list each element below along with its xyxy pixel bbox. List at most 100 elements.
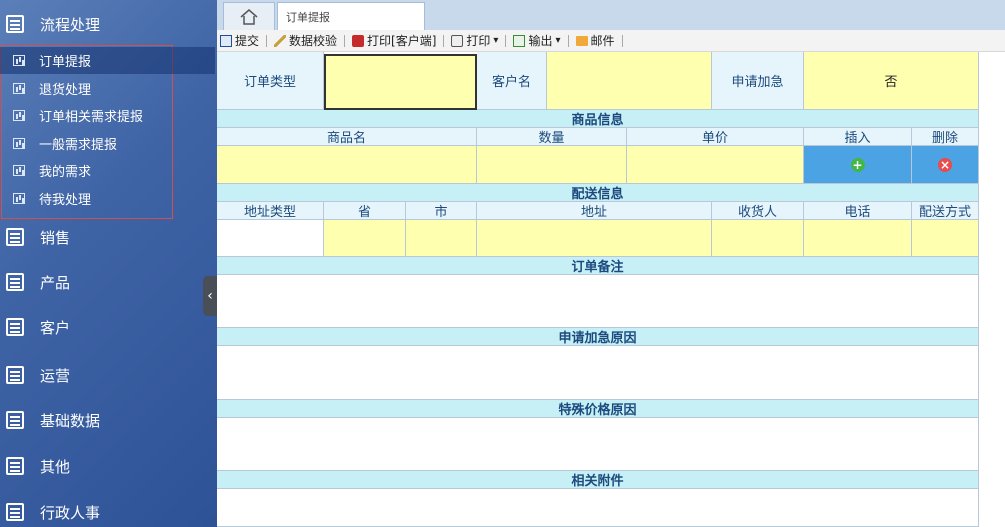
list-icon bbox=[6, 228, 24, 246]
print-client-button[interactable]: 打印[客户端] bbox=[349, 32, 439, 49]
export-label: 输出 bbox=[528, 34, 553, 48]
sidebar-category-label: 其他 bbox=[40, 457, 71, 476]
method-input[interactable] bbox=[912, 220, 979, 257]
addr-type-input[interactable] bbox=[217, 220, 324, 257]
order-type-label: 订单类型 bbox=[217, 52, 324, 110]
submit-button[interactable]: 提交 bbox=[217, 32, 262, 49]
delivery-section-header: 配送信息 bbox=[217, 184, 979, 202]
tab-order-report[interactable]: 订单提报 bbox=[277, 2, 425, 30]
list-icon bbox=[6, 318, 24, 336]
list-icon bbox=[6, 366, 24, 384]
urgent-reason-section-header: 申请加急原因 bbox=[217, 328, 979, 346]
validate-button[interactable]: 数据校验 bbox=[271, 32, 340, 49]
mail-button[interactable]: 邮件 bbox=[573, 32, 618, 49]
collapse-sidebar-button[interactable]: ‹ bbox=[203, 276, 217, 316]
urgent-select[interactable]: 否 bbox=[804, 52, 979, 110]
sidebar-category-label: 产品 bbox=[40, 273, 71, 292]
tab-home[interactable] bbox=[223, 2, 275, 30]
goods-section-header: 商品信息 bbox=[217, 110, 979, 128]
sidebar-category-label: 基础数据 bbox=[40, 411, 101, 430]
sidebar-item-order-demand[interactable]: 订单相关需求提报 bbox=[0, 102, 215, 129]
sidebar-category-label: 销售 bbox=[40, 228, 71, 247]
bar-chart-icon bbox=[13, 83, 25, 94]
print-client-label: 打印[客户端] bbox=[367, 34, 437, 48]
print-client-icon bbox=[352, 34, 365, 47]
goods-price-header: 单价 bbox=[627, 128, 804, 146]
order-form: 订单类型 客户名 申请加急 否 商品信息 商品名 数量 单价 插入 删除 + ×… bbox=[217, 52, 1005, 527]
bar-chart-icon bbox=[13, 165, 25, 176]
attachment-section-header: 相关附件 bbox=[217, 471, 979, 489]
plus-icon: + bbox=[850, 157, 865, 172]
print-label: 打印 bbox=[466, 34, 491, 48]
sidebar-category-admin-hr[interactable]: 行政人事 bbox=[0, 492, 217, 527]
sidebar-category-sales[interactable]: 销售 bbox=[0, 217, 217, 257]
province-header: 省 bbox=[324, 202, 406, 220]
sidebar-item-my-demand[interactable]: 我的需求 bbox=[0, 157, 215, 184]
sidebar-item-order-report[interactable]: 订单提报 bbox=[0, 47, 215, 74]
address-input[interactable] bbox=[477, 220, 712, 257]
urgent-label: 申请加急 bbox=[712, 52, 804, 110]
city-input[interactable] bbox=[406, 220, 477, 257]
save-icon bbox=[220, 34, 232, 47]
goods-name-input[interactable] bbox=[217, 146, 477, 184]
wand-icon bbox=[274, 34, 287, 47]
phone-input[interactable] bbox=[804, 220, 912, 257]
goods-qty-header: 数量 bbox=[477, 128, 627, 146]
submit-label: 提交 bbox=[235, 34, 260, 48]
bar-chart-icon bbox=[13, 138, 25, 149]
sidebar-category-product[interactable]: 产品 bbox=[0, 262, 217, 302]
customer-input[interactable] bbox=[547, 52, 712, 110]
sidebar-item-pending[interactable]: 待我处理 bbox=[0, 185, 215, 212]
list-icon bbox=[6, 411, 24, 429]
sidebar-category-customer[interactable]: 客户 bbox=[0, 307, 217, 347]
sidebar: 流程处理 订单提报 退货处理 订单相关需求提报 一般需求提报 我的需求 待我处理… bbox=[0, 0, 217, 527]
goods-delete-header: 删除 bbox=[912, 128, 979, 146]
list-icon bbox=[6, 15, 24, 33]
goods-price-input[interactable] bbox=[627, 146, 804, 184]
delete-row-button[interactable]: × bbox=[912, 146, 979, 184]
sidebar-category-operation[interactable]: 运营 bbox=[0, 355, 217, 395]
address-header: 地址 bbox=[477, 202, 712, 220]
sidebar-category-basic-data[interactable]: 基础数据 bbox=[0, 400, 217, 440]
tab-bar: 订单提报 bbox=[217, 0, 1005, 30]
export-button[interactable]: 输出 ▾ bbox=[510, 32, 563, 49]
mail-label: 邮件 bbox=[590, 34, 615, 48]
receiver-header: 收货人 bbox=[712, 202, 804, 220]
customer-label: 客户名 bbox=[477, 52, 547, 110]
sidebar-category-other[interactable]: 其他 bbox=[0, 446, 217, 486]
sidebar-category-process[interactable]: 流程处理 bbox=[0, 4, 217, 44]
sidebar-item-label: 一般需求提报 bbox=[39, 138, 118, 153]
attachment-area[interactable] bbox=[217, 489, 979, 527]
bar-chart-icon bbox=[13, 193, 25, 204]
sidebar-category-label: 流程处理 bbox=[40, 15, 101, 34]
order-type-input[interactable] bbox=[324, 54, 477, 110]
insert-row-button[interactable]: + bbox=[804, 146, 912, 184]
toolbar-divider bbox=[266, 34, 268, 47]
validate-label: 数据校验 bbox=[289, 34, 338, 48]
toolbar-divider bbox=[344, 34, 346, 47]
toolbar-divider bbox=[505, 34, 507, 47]
addr-type-header: 地址类型 bbox=[217, 202, 324, 220]
remark-textarea[interactable] bbox=[217, 275, 979, 328]
goods-qty-input[interactable] bbox=[477, 146, 627, 184]
home-icon bbox=[240, 8, 258, 25]
tab-label: 订单提报 bbox=[286, 11, 330, 24]
sidebar-category-label: 行政人事 bbox=[40, 503, 101, 522]
print-button[interactable]: 打印 ▾ bbox=[448, 32, 501, 49]
list-icon bbox=[6, 457, 24, 475]
chevron-down-icon: ▾ bbox=[493, 35, 499, 46]
sidebar-item-return[interactable]: 退货处理 bbox=[0, 75, 215, 102]
sidebar-item-label: 订单相关需求提报 bbox=[39, 110, 144, 125]
sidebar-item-label: 待我处理 bbox=[39, 193, 92, 208]
urgent-reason-textarea[interactable] bbox=[217, 346, 979, 400]
receiver-input[interactable] bbox=[712, 220, 804, 257]
list-icon bbox=[6, 273, 24, 291]
sidebar-item-general-demand[interactable]: 一般需求提报 bbox=[0, 130, 215, 157]
province-input[interactable] bbox=[324, 220, 406, 257]
special-price-textarea[interactable] bbox=[217, 418, 979, 471]
sidebar-item-label: 退货处理 bbox=[39, 83, 92, 98]
toolbar-divider bbox=[567, 34, 569, 47]
list-icon bbox=[6, 503, 24, 521]
bar-chart-icon bbox=[13, 55, 25, 66]
special-price-section-header: 特殊价格原因 bbox=[217, 400, 979, 418]
